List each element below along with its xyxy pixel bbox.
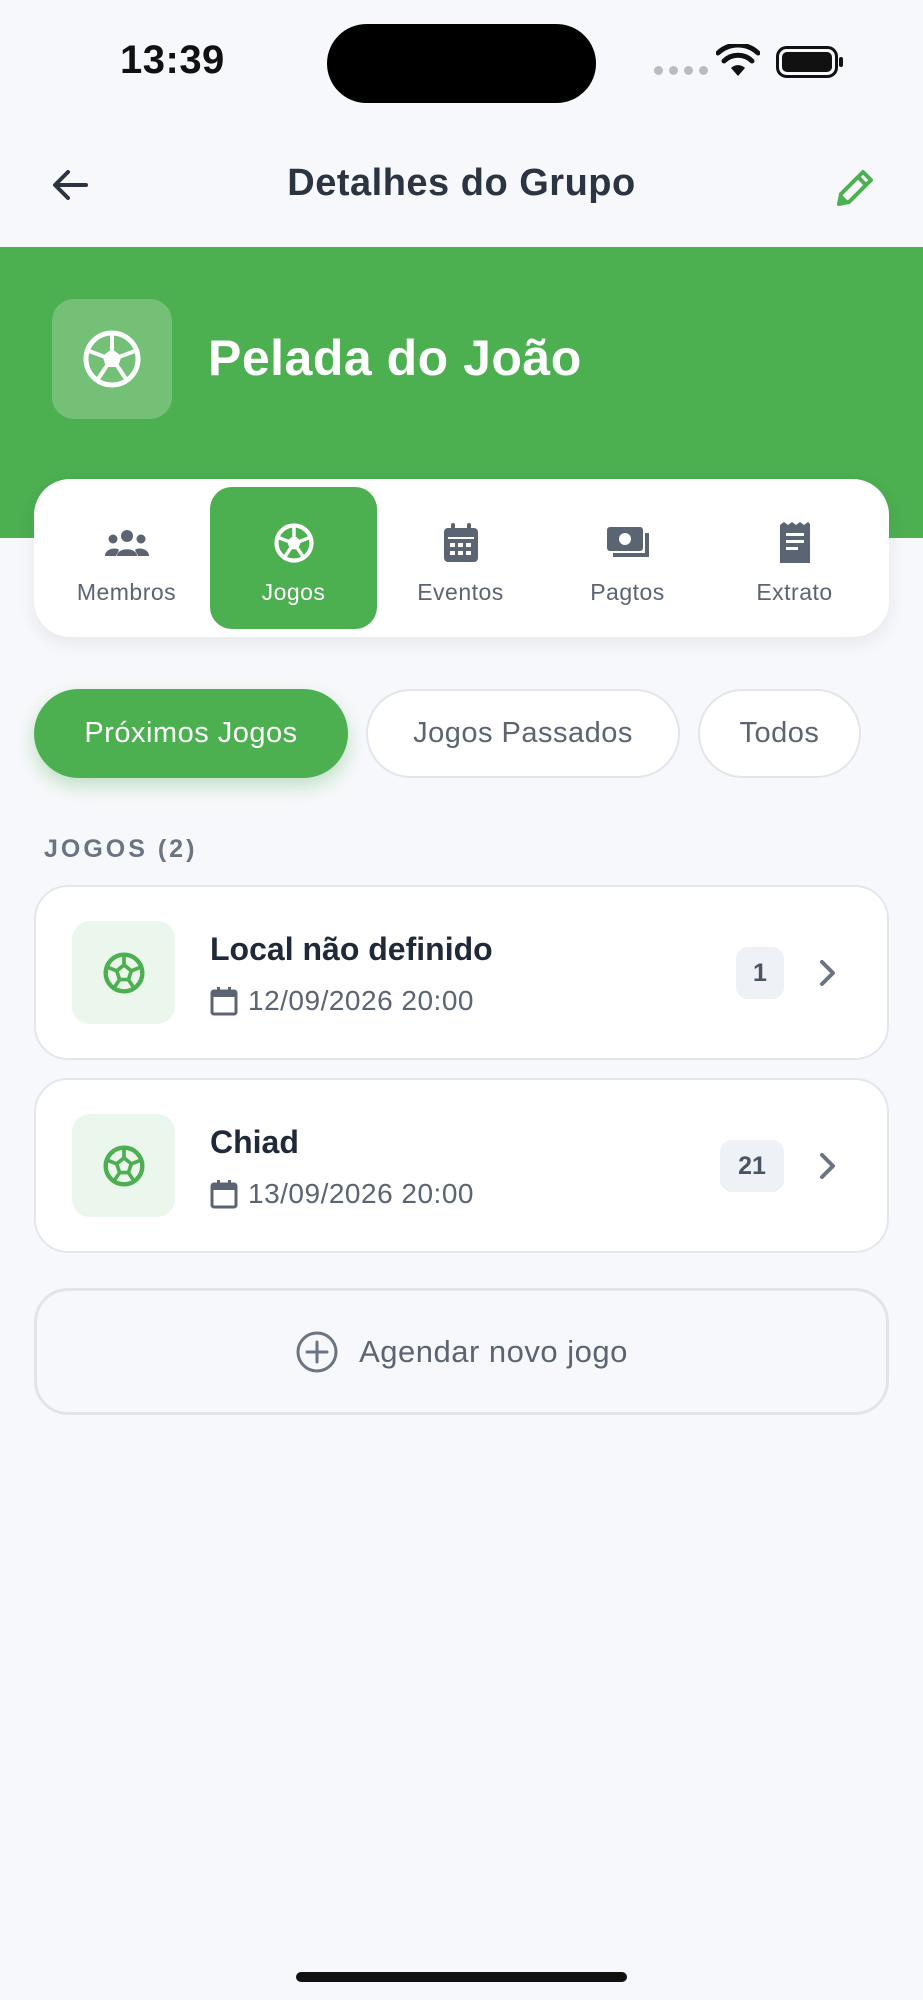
tab-jogos[interactable]: Jogos [210,487,377,629]
game-card[interactable]: Chiad 13/09/2026 20:00 21 [34,1078,889,1253]
cellular-signal-icon [654,66,708,75]
calendar-icon [210,1180,238,1209]
game-date-row: 13/09/2026 20:00 [210,1178,474,1210]
group-name: Pelada do João [208,330,582,386]
home-indicator[interactable] [296,1972,627,1982]
tab-label: Jogos [261,579,326,605]
battery-icon [776,46,843,78]
group-avatar [52,299,172,419]
filter-todos[interactable]: Todos [698,689,861,778]
soccer-ball-icon [102,1144,145,1187]
tab-label: Membros [76,579,177,605]
chevron-right-icon[interactable] [808,953,848,993]
tab-label: Extrato [756,579,833,605]
soccer-ball-icon [102,951,145,994]
money-icon [606,527,649,557]
soccer-ball-icon [83,330,141,388]
pencil-icon [837,170,873,206]
filter-jogos-passados[interactable]: Jogos Passados [366,689,680,778]
edit-button[interactable] [828,160,884,214]
section-title: JOGOS (2) [44,835,198,863]
tab-extrato[interactable]: Extrato [711,487,878,629]
game-card[interactable]: Local não definido 12/09/2026 20:00 1 [34,885,889,1060]
game-icon-box [72,921,175,1024]
schedule-new-game-label: Agendar novo jogo [359,1333,628,1369]
schedule-new-game-button[interactable]: Agendar novo jogo [34,1288,889,1415]
plus-circle-icon [296,1331,338,1372]
calendar-icon [210,987,238,1016]
game-title: Chiad [210,1124,299,1160]
screen: 13:39 Detalhes do Grupo Pelada do João M… [0,0,923,2000]
game-datetime: 12/09/2026 20:00 [248,985,474,1016]
participants-count-badge: 21 [720,1140,784,1192]
receipt-icon [779,522,810,563]
game-datetime: 13/09/2026 20:00 [248,1178,474,1209]
tab-eventos[interactable]: Eventos [377,487,544,629]
page-title: Detalhes do Grupo [287,162,636,204]
people-icon [104,530,149,556]
tab-pagtos[interactable]: Pagtos [544,487,711,629]
dynamic-island [327,24,596,103]
status-time: 13:39 [120,38,225,82]
section-tabs: Membros Jogos Eventos Pagtos Extrato [34,479,889,637]
game-date-row: 12/09/2026 20:00 [210,985,474,1017]
filter-proximos-jogos[interactable]: Próximos Jogos [34,689,348,778]
calendar-icon [443,523,478,562]
chevron-right-icon[interactable] [808,1146,848,1186]
tab-label: Eventos [417,579,504,605]
app-header: Detalhes do Grupo [0,120,923,247]
participants-count-badge: 1 [736,947,784,999]
tab-label: Pagtos [590,579,665,605]
soccer-ball-icon [273,523,314,563]
tab-membros[interactable]: Membros [43,487,210,629]
game-title: Local não definido [210,931,493,967]
wifi-icon [716,44,760,76]
game-icon-box [72,1114,175,1217]
status-bar: 13:39 [0,0,923,120]
